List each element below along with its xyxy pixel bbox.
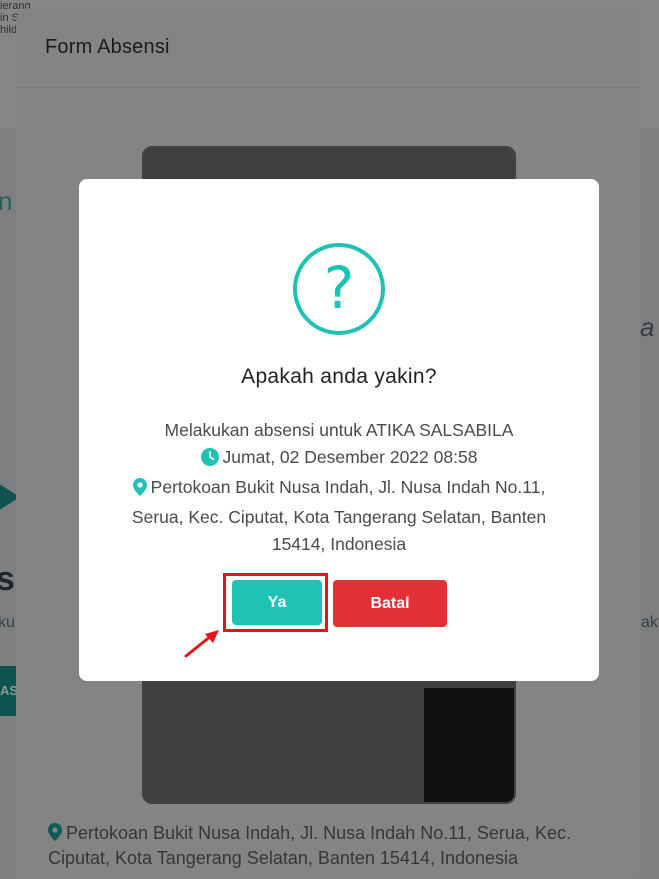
cancel-button[interactable]: Batal bbox=[333, 580, 447, 627]
dialog-datetime: Jumat, 02 Desember 2022 08:58 bbox=[222, 447, 478, 467]
dialog-body: Melakukan absensi untuk ATIKA SALSABILA … bbox=[119, 417, 559, 558]
confirm-dialog: ? Apakah anda yakin? Melakukan absensi u… bbox=[79, 179, 599, 681]
confirm-button[interactable]: Ya bbox=[232, 580, 322, 625]
dialog-message: Melakukan absensi untuk ATIKA SALSABILA bbox=[164, 420, 514, 440]
dialog-location-row: Pertokoan Bukit Nusa Indah, Jl. Nusa Ind… bbox=[119, 474, 559, 558]
dialog-location: Pertokoan Bukit Nusa Indah, Jl. Nusa Ind… bbox=[131, 477, 547, 554]
dialog-datetime-row: Jumat, 02 Desember 2022 08:58 bbox=[119, 444, 559, 474]
map-pin-icon bbox=[132, 477, 147, 504]
question-mark-circle-icon: ? bbox=[293, 243, 385, 335]
clock-icon bbox=[200, 447, 219, 474]
red-arrow-icon bbox=[183, 626, 223, 665]
dialog-title: Apakah anda yakin? bbox=[241, 365, 437, 388]
